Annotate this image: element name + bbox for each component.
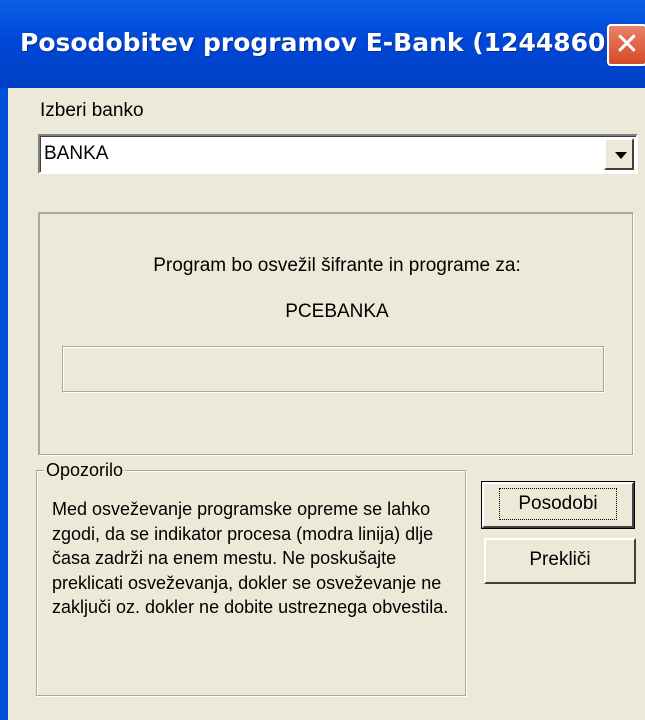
warning-legend: Opozorilo <box>44 460 126 481</box>
update-button-label: Posodobi <box>499 488 617 520</box>
cancel-button[interactable]: Prekliči <box>484 538 636 584</box>
cancel-button-label: Prekliči <box>529 549 591 570</box>
warning-text: Med osveževanje programske opreme se lah… <box>52 499 449 617</box>
bank-select-label: Izberi banko <box>40 100 144 121</box>
title-bar[interactable]: Posodobitev programov E-Bank (1244860) ✕ <box>0 0 645 88</box>
bank-select-value: BANKA <box>44 143 109 164</box>
info-message: Program bo osvežil šifrante in programe … <box>153 255 521 276</box>
progress-bar <box>62 346 604 392</box>
chevron-down-icon <box>615 152 627 159</box>
info-panel: Program bo osvežil šifrante in programe … <box>38 212 634 456</box>
window-frame <box>0 88 8 720</box>
dropdown-button[interactable] <box>604 138 634 170</box>
bank-select[interactable]: BANKA <box>38 134 638 174</box>
target-program: PCEBANKA <box>285 301 389 322</box>
close-button[interactable]: ✕ <box>607 24 645 66</box>
close-icon: ✕ <box>614 27 640 62</box>
update-button[interactable]: Posodobi <box>482 482 634 528</box>
window-title: Posodobitev programov E-Bank (1244860) <box>20 28 617 57</box>
